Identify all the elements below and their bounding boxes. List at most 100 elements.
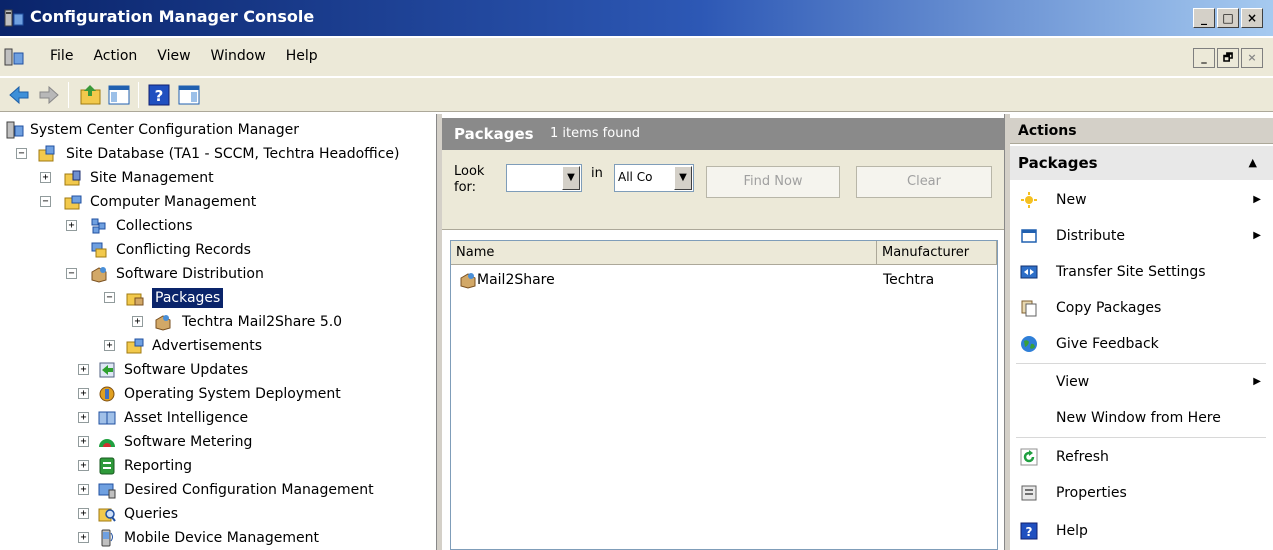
expand-toggle[interactable]: + xyxy=(78,484,89,495)
chevron-down-icon[interactable]: ▼ xyxy=(674,166,692,190)
svg-text:?: ? xyxy=(155,87,164,105)
asset-intelligence-icon xyxy=(98,411,116,425)
expand-toggle[interactable]: + xyxy=(66,220,77,231)
transfer-icon xyxy=(1020,265,1038,279)
submenu-arrow-icon: ▶ xyxy=(1253,194,1261,205)
list-item[interactable]: Mail2Share Techtra xyxy=(451,269,997,291)
clear-button[interactable]: Clear xyxy=(856,166,992,198)
menu-bar: File Action View Window Help _ 🗗 × xyxy=(0,38,1273,76)
menu-help[interactable]: Help xyxy=(276,48,328,64)
console-menu-icon[interactable] xyxy=(4,47,24,67)
action-refresh[interactable]: Refresh xyxy=(1010,439,1273,475)
minimize-button[interactable]: _ xyxy=(1193,8,1215,28)
svg-text:?: ? xyxy=(1026,525,1033,539)
package-icon xyxy=(155,315,171,331)
show-hide-action-pane-icon[interactable] xyxy=(176,82,202,108)
submenu-arrow-icon: ▶ xyxy=(1253,376,1261,387)
child-close-button[interactable]: × xyxy=(1241,48,1263,68)
help-icon[interactable]: ? xyxy=(146,82,172,108)
collections-icon xyxy=(91,218,106,234)
action-properties[interactable]: Properties xyxy=(1010,475,1273,511)
action-copy-packages[interactable]: Copy Packages xyxy=(1010,290,1273,326)
action-transfer-site-settings[interactable]: Transfer Site Settings xyxy=(1010,254,1273,290)
search-bar: Look for: ▼ in All Co ▼ Find Now Clear xyxy=(442,150,1004,230)
conflicting-records-icon xyxy=(91,242,107,258)
child-minimize-button[interactable]: _ xyxy=(1193,48,1215,68)
expand-toggle[interactable]: + xyxy=(104,340,115,351)
package-icon xyxy=(460,273,476,289)
expand-toggle[interactable]: + xyxy=(78,364,89,375)
action-distribute[interactable]: Distribute ▶ xyxy=(1010,218,1273,254)
actions-pane: Actions Packages ▲ New ▶ Distribute ▶ Tr… xyxy=(1010,114,1273,550)
results-title: Packages xyxy=(454,125,534,143)
os-deployment-icon xyxy=(99,386,115,402)
chevron-down-icon[interactable]: ▼ xyxy=(562,166,580,190)
find-now-button[interactable]: Find Now xyxy=(706,166,840,198)
expand-toggle[interactable]: + xyxy=(78,412,89,423)
column-header-name[interactable]: Name xyxy=(451,241,877,265)
expand-toggle[interactable]: + xyxy=(78,388,89,399)
actions-separator xyxy=(1016,437,1266,438)
expand-toggle[interactable]: + xyxy=(78,460,89,471)
expand-toggle[interactable]: + xyxy=(78,532,89,543)
cell-name: Mail2Share xyxy=(477,272,555,288)
action-new[interactable]: New ▶ xyxy=(1010,182,1273,218)
configmgr-app-icon xyxy=(4,9,24,27)
software-distribution-icon xyxy=(91,267,107,283)
maximize-button[interactable]: □ xyxy=(1217,8,1239,28)
collapse-toggle[interactable]: − xyxy=(66,268,77,279)
mobile-device-icon xyxy=(101,529,113,547)
expand-toggle[interactable]: + xyxy=(132,316,143,327)
expand-toggle[interactable]: + xyxy=(78,508,89,519)
cell-manufacturer: Techtra xyxy=(883,272,935,288)
toolbar-separator xyxy=(68,82,69,108)
copy-icon xyxy=(1021,300,1037,317)
look-for-combobox[interactable]: ▼ xyxy=(506,164,582,192)
forward-icon[interactable] xyxy=(36,82,62,108)
packages-folder-icon xyxy=(126,293,144,306)
distribute-icon xyxy=(1021,229,1037,243)
results-header: Packages 1 items found xyxy=(442,118,1004,150)
action-view[interactable]: View ▶ xyxy=(1010,364,1273,400)
column-header-manufacturer[interactable]: Manufacturer xyxy=(877,241,997,265)
console-tree: System Center Configuration Manager − Si… xyxy=(0,114,440,550)
child-restore-button[interactable]: 🗗 xyxy=(1217,48,1239,68)
title-bar[interactable]: Configuration Manager Console _ □ × xyxy=(0,0,1273,36)
collapse-caret-icon[interactable]: ▲ xyxy=(1249,146,1257,180)
menu-window[interactable]: Window xyxy=(201,48,276,64)
expand-toggle[interactable]: + xyxy=(40,172,51,183)
globe-icon xyxy=(1021,336,1037,352)
advertisements-icon xyxy=(126,338,144,354)
site-database-icon xyxy=(38,145,55,162)
site-management-icon xyxy=(64,170,81,186)
computer-management-icon xyxy=(64,195,82,210)
close-button[interactable]: × xyxy=(1241,8,1263,28)
toolbar-separator xyxy=(138,82,139,108)
toolbar: ? xyxy=(0,78,1273,112)
up-folder-icon[interactable] xyxy=(78,82,104,108)
refresh-icon xyxy=(1020,448,1038,466)
menu-action[interactable]: Action xyxy=(83,48,147,64)
collapse-toggle[interactable]: − xyxy=(16,148,27,159)
action-new-window-from-here[interactable]: New Window from Here xyxy=(1010,400,1273,436)
show-hide-tree-icon[interactable] xyxy=(106,82,132,108)
results-count: 1 items found xyxy=(550,126,640,141)
menu-file[interactable]: File xyxy=(40,48,83,64)
results-list: Name Manufacturer Mail2Share Techtra xyxy=(450,240,998,550)
properties-icon xyxy=(1021,485,1037,501)
action-help[interactable]: ? Help xyxy=(1010,513,1273,549)
results-pane: Packages 1 items found Look for: ▼ in Al… xyxy=(442,114,1004,550)
reporting-icon xyxy=(99,457,115,475)
collapse-toggle[interactable]: − xyxy=(40,196,51,207)
actions-section-packages[interactable]: Packages ▲ xyxy=(1010,146,1273,180)
actions-header: Actions xyxy=(1010,118,1273,144)
action-give-feedback[interactable]: Give Feedback xyxy=(1010,326,1273,362)
in-combobox[interactable]: All Co ▼ xyxy=(614,164,694,192)
in-label: in xyxy=(591,166,603,181)
back-icon[interactable] xyxy=(6,82,32,108)
collapse-toggle[interactable]: − xyxy=(104,292,115,303)
menu-view[interactable]: View xyxy=(147,48,200,64)
queries-icon xyxy=(98,508,116,522)
new-icon xyxy=(1021,192,1037,208)
expand-toggle[interactable]: + xyxy=(78,436,89,447)
